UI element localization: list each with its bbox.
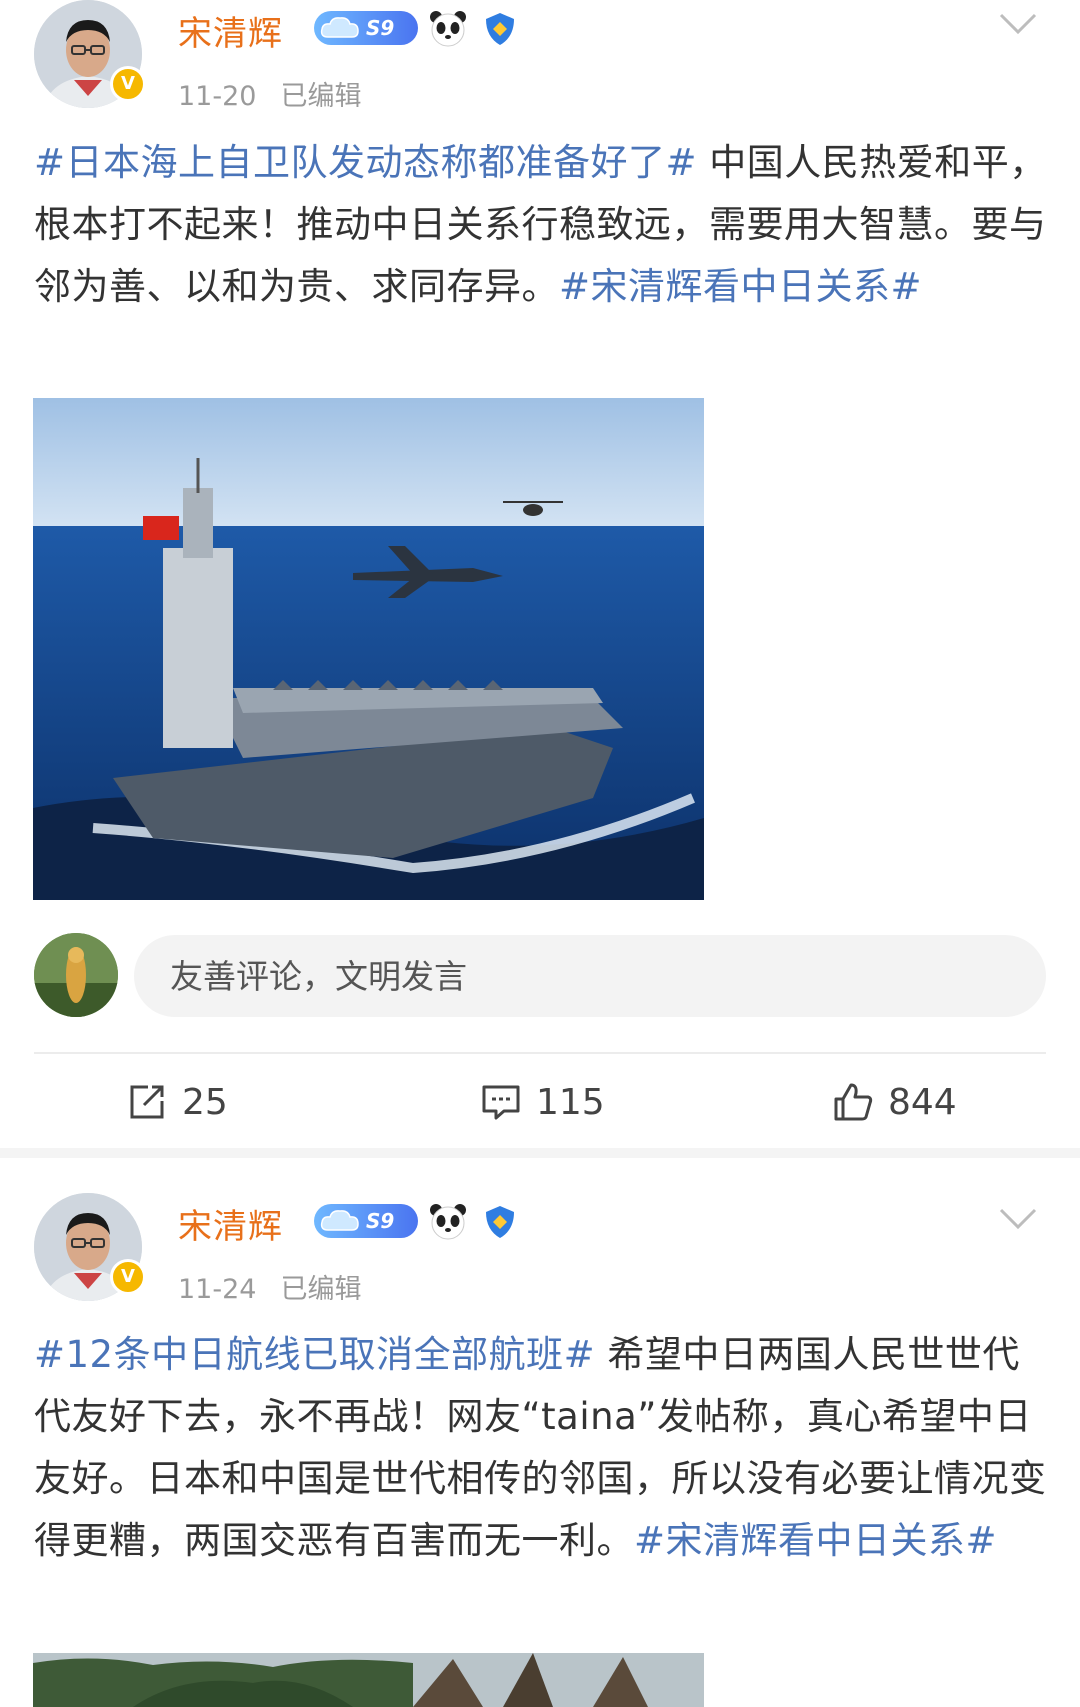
- post-text: #12条中日航线已取消全部航班# 希望中日两国人民世世代代友好下去，永不再战！网…: [34, 1324, 1050, 1572]
- weibo-post: V 宋清辉 S9 11-24 已编辑 #12条中日航线已取消全部航班# 希望中日两…: [0, 1158, 1080, 1707]
- level-badge-icon[interactable]: S9: [314, 11, 418, 45]
- author-name[interactable]: 宋清辉: [178, 6, 283, 55]
- post-separator: [0, 1148, 1080, 1158]
- verified-icon: V: [110, 1259, 146, 1295]
- shield-icon: [486, 13, 514, 45]
- post-meta: 11-20 已编辑: [178, 74, 361, 113]
- verified-icon: V: [110, 66, 146, 102]
- post-image[interactable]: [33, 1653, 704, 1707]
- current-user-avatar[interactable]: [34, 933, 118, 1017]
- repost-icon: [130, 1085, 164, 1119]
- edited-label: 已编辑: [280, 1274, 362, 1305]
- edited-label: 已编辑: [280, 81, 362, 112]
- post-image[interactable]: [33, 398, 704, 900]
- chevron-down-icon[interactable]: [998, 1207, 1038, 1231]
- comment-icon: [482, 1085, 520, 1120]
- post-date: 11-24: [178, 1274, 257, 1305]
- hashtag-link[interactable]: #日本海上自卫队发动态称都准备好了#: [34, 141, 697, 184]
- chevron-down-icon[interactable]: [998, 12, 1038, 36]
- weibo-post: V 宋清辉 S9 11-20 已编辑 #日本海上自卫队发动态称都准备好了# 中国人…: [0, 0, 1080, 1148]
- comment-count: 115: [536, 1081, 605, 1123]
- comment-input[interactable]: [134, 935, 1046, 1017]
- level-label: S9: [366, 16, 395, 40]
- like-count: 844: [888, 1081, 957, 1123]
- hashtag-link[interactable]: #宋清辉看中日关系#: [634, 1519, 997, 1562]
- divider: [34, 1052, 1046, 1054]
- repost-count: 25: [182, 1081, 228, 1123]
- author-name[interactable]: 宋清辉: [178, 1199, 283, 1248]
- like-button[interactable]: 844: [832, 1078, 957, 1126]
- comment-button[interactable]: 115: [480, 1078, 605, 1126]
- panda-icon: [430, 11, 466, 47]
- hashtag-link[interactable]: #12条中日航线已取消全部航班#: [34, 1333, 595, 1376]
- post-date: 11-20: [178, 81, 257, 112]
- brain-icon: [320, 1210, 359, 1231]
- post-meta: 11-24 已编辑: [178, 1267, 361, 1306]
- level-label: S9: [366, 1209, 395, 1233]
- shield-icon: [486, 1206, 514, 1238]
- hashtag-link[interactable]: #宋清辉看中日关系#: [559, 265, 922, 308]
- post-text: #日本海上自卫队发动态称都准备好了# 中国人民热爱和平，根本打不起来！推动中日关…: [34, 132, 1050, 318]
- brain-icon: [320, 17, 359, 38]
- panda-icon: [430, 1204, 466, 1240]
- level-badge-icon[interactable]: S9: [314, 1204, 418, 1238]
- repost-button[interactable]: 25: [126, 1078, 228, 1126]
- like-icon: [834, 1083, 873, 1121]
